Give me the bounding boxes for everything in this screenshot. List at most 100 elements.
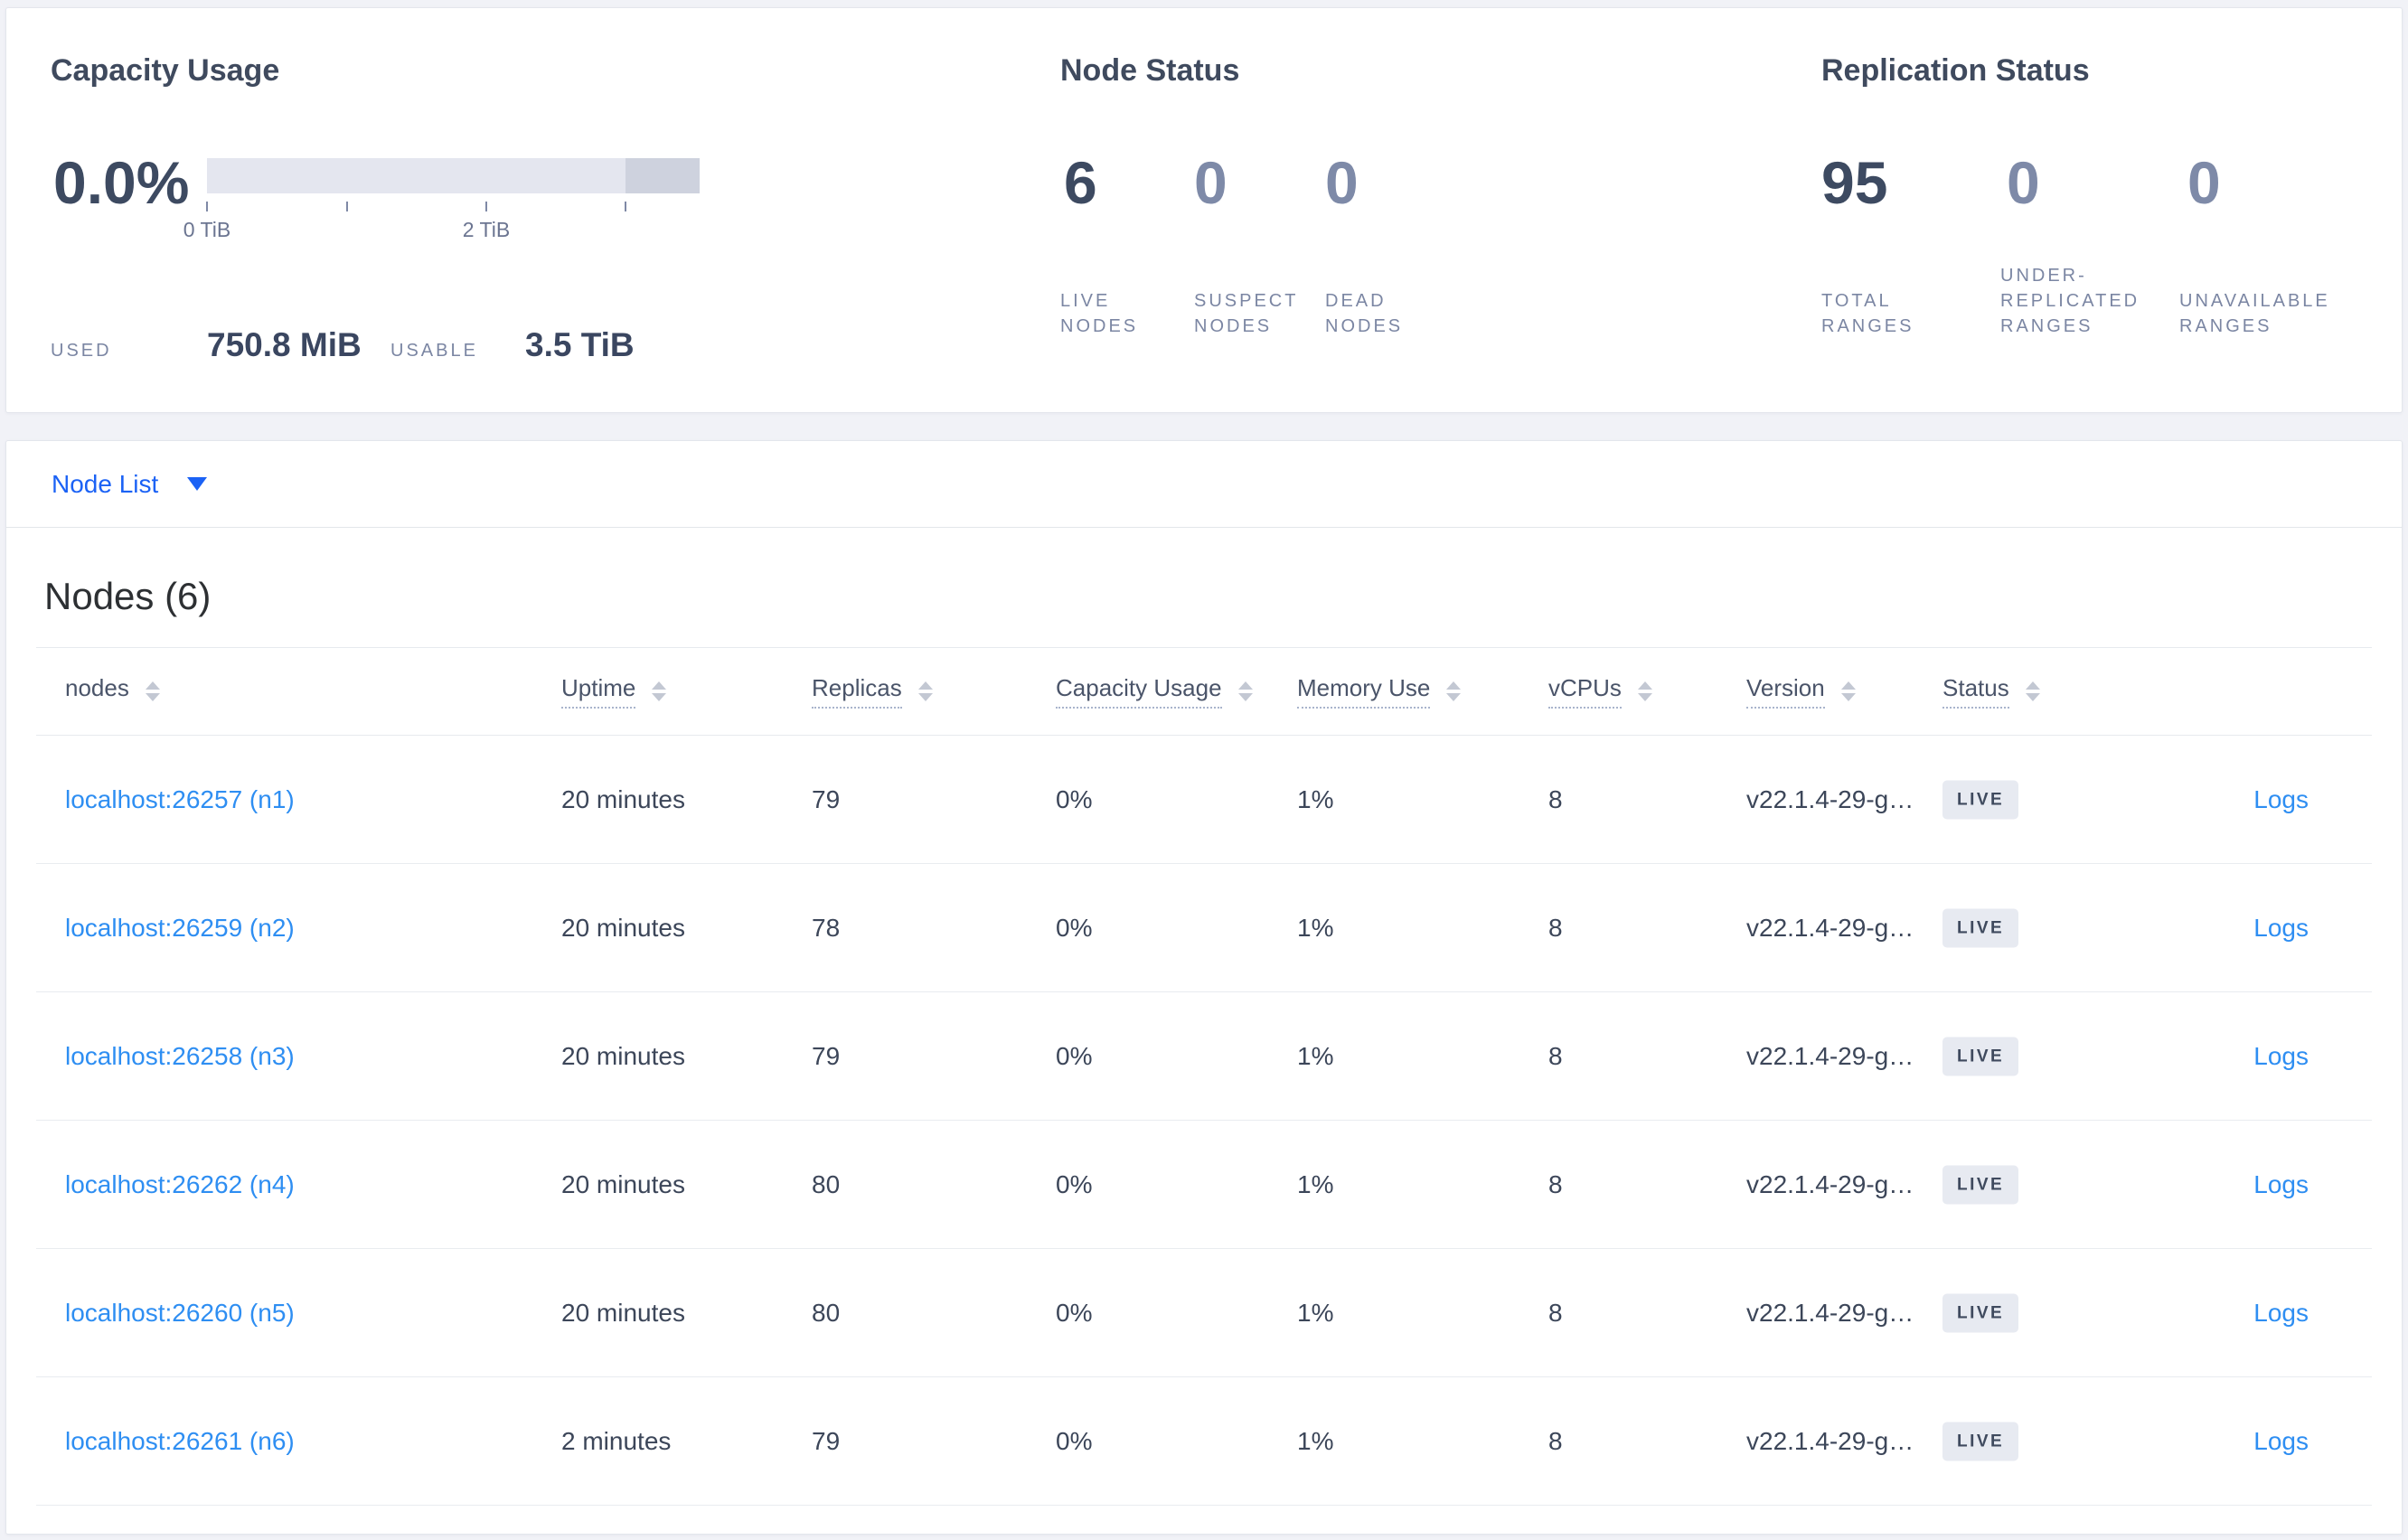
- status-badge: LIVE: [1942, 1293, 2019, 1332]
- replicas-cell: 80: [812, 1298, 841, 1327]
- uptime-cell: 20 minutes: [561, 1041, 685, 1070]
- axis-tick: [485, 202, 487, 211]
- sort-arrows-icon: [2025, 681, 2040, 701]
- node-address-link[interactable]: localhost:26261 (n6): [65, 1427, 295, 1456]
- vcpus-cell: 8: [1548, 1169, 1563, 1198]
- unavailable-label: UNAVAILABLE RANGES: [2179, 291, 2330, 336]
- column-header-nodes[interactable]: nodes: [65, 674, 160, 709]
- view-selector-bar: Node List: [6, 441, 2402, 528]
- axis-tick: [346, 202, 348, 211]
- column-header-replicas[interactable]: Replicas: [812, 674, 933, 709]
- sort-arrows-icon: [917, 681, 933, 701]
- usable-label: USABLE: [390, 341, 478, 361]
- sort-arrows-icon: [1237, 681, 1253, 701]
- memory-use-cell: 1%: [1297, 1041, 1334, 1070]
- status-badge: LIVE: [1942, 780, 2019, 819]
- uptime-cell: 2 minutes: [561, 1426, 672, 1455]
- vcpus-cell: 8: [1548, 913, 1563, 942]
- capacity-usage-cell: 0%: [1056, 913, 1093, 942]
- memory-use-cell: 1%: [1297, 1426, 1334, 1455]
- capacity-percent: 0.0%: [53, 149, 190, 216]
- nodes-section-heading: Nodes (6): [44, 575, 212, 617]
- node-list-dropdown-label: Node List: [52, 469, 159, 498]
- capacity-usage-cell: 0%: [1056, 1041, 1093, 1070]
- axis-tick: [206, 202, 208, 211]
- suspect-nodes-value: 0: [1194, 149, 1228, 216]
- uptime-cell: 20 minutes: [561, 784, 685, 813]
- usable-value: 3.5 TiB: [525, 326, 635, 363]
- memory-use-cell: 1%: [1297, 1298, 1334, 1327]
- caret-down-icon: [187, 477, 208, 491]
- axis-tick: [625, 202, 626, 211]
- logs-link[interactable]: Logs: [2253, 1299, 2309, 1328]
- total-ranges-label: TOTAL RANGES: [1821, 291, 1914, 336]
- nodes-table: nodes Uptime Replicas Capacity Usage Mem…: [36, 647, 2372, 1506]
- version-cell: v22.1.4-29-g…: [1746, 1041, 1914, 1070]
- dead-nodes-label: DEAD NODES: [1325, 291, 1404, 336]
- logs-link[interactable]: Logs: [2253, 1042, 2309, 1071]
- node-status-title: Node Status: [1060, 53, 1240, 88]
- column-header-capacity-usage[interactable]: Capacity Usage: [1056, 674, 1253, 709]
- vcpus-cell: 8: [1548, 1298, 1563, 1327]
- capacity-usage-cell: 0%: [1056, 1298, 1093, 1327]
- table-row: localhost:26258 (n3) 20 minutes 79 0% 1%…: [36, 992, 2372, 1121]
- used-label: USED: [51, 341, 112, 361]
- vcpus-cell: 8: [1548, 784, 1563, 813]
- column-header-vcpus[interactable]: vCPUs: [1548, 674, 1652, 709]
- replicas-cell: 79: [812, 1426, 841, 1455]
- replication-status-title: Replication Status: [1821, 53, 2090, 88]
- replicas-cell: 79: [812, 1041, 841, 1070]
- logs-link[interactable]: Logs: [2253, 914, 2309, 943]
- axis-tick-label: 2 TiB: [462, 218, 511, 241]
- uptime-cell: 20 minutes: [561, 1298, 685, 1327]
- sort-arrows-icon: [1637, 681, 1652, 701]
- capacity-bar-tail: [626, 158, 700, 193]
- unavailable-value: 0: [2187, 149, 2221, 216]
- sort-arrows-icon: [652, 681, 667, 701]
- node-address-link[interactable]: localhost:26257 (n1): [65, 785, 295, 814]
- node-address-link[interactable]: localhost:26258 (n3): [65, 1042, 295, 1071]
- node-address-link[interactable]: localhost:26262 (n4): [65, 1170, 295, 1199]
- version-cell: v22.1.4-29-g…: [1746, 1426, 1914, 1455]
- memory-use-cell: 1%: [1297, 1169, 1334, 1198]
- axis-tick-label: 0 TiB: [183, 218, 231, 241]
- node-address-link[interactable]: localhost:26260 (n5): [65, 1299, 295, 1328]
- uptime-cell: 20 minutes: [561, 1169, 685, 1198]
- nodes-table-header: nodes Uptime Replicas Capacity Usage Mem…: [36, 647, 2372, 736]
- capacity-usage-cell: 0%: [1056, 1169, 1093, 1198]
- logs-link[interactable]: Logs: [2253, 1427, 2309, 1456]
- logs-link[interactable]: Logs: [2253, 785, 2309, 814]
- capacity-usage-cell: 0%: [1056, 784, 1093, 813]
- node-address-link[interactable]: localhost:26259 (n2): [65, 914, 295, 943]
- node-list-card: Node List Nodes (6) nodes Uptime Replica…: [5, 440, 2403, 1535]
- table-row: localhost:26261 (n6) 2 minutes 79 0% 1% …: [36, 1377, 2372, 1506]
- under-replicated-value: 0: [2007, 149, 2040, 216]
- capacity-stats: USED 750.8 MiB USABLE 3.5 TiB: [6, 326, 820, 371]
- under-replicated-label: UNDER-REPLICATED RANGES: [2000, 266, 2140, 336]
- total-ranges-value: 95: [1821, 149, 1888, 216]
- uptime-cell: 20 minutes: [561, 913, 685, 942]
- column-header-status[interactable]: Status: [1942, 674, 2040, 709]
- table-row: localhost:26257 (n1) 20 minutes 79 0% 1%…: [36, 736, 2372, 864]
- vcpus-cell: 8: [1548, 1426, 1563, 1455]
- version-cell: v22.1.4-29-g…: [1746, 1298, 1914, 1327]
- version-cell: v22.1.4-29-g…: [1746, 784, 1914, 813]
- column-header-memory-use[interactable]: Memory Use: [1297, 674, 1462, 709]
- node-list-dropdown[interactable]: Node List: [52, 469, 208, 499]
- column-header-uptime[interactable]: Uptime: [561, 674, 667, 709]
- column-header-version[interactable]: Version: [1746, 674, 1856, 709]
- used-value: 750.8 MiB: [207, 326, 362, 363]
- replicas-cell: 79: [812, 784, 841, 813]
- table-row: localhost:26262 (n4) 20 minutes 80 0% 1%…: [36, 1121, 2372, 1249]
- capacity-bar-chart: [207, 158, 700, 193]
- version-cell: v22.1.4-29-g…: [1746, 1169, 1914, 1198]
- status-badge: LIVE: [1942, 908, 2019, 947]
- sort-arrows-icon: [1446, 681, 1462, 701]
- logs-link[interactable]: Logs: [2253, 1170, 2309, 1199]
- capacity-usage-cell: 0%: [1056, 1426, 1093, 1455]
- replicas-cell: 78: [812, 913, 841, 942]
- vcpus-cell: 8: [1548, 1041, 1563, 1070]
- capacity-usage-title: Capacity Usage: [51, 53, 280, 88]
- live-nodes-label: LIVE NODES: [1060, 291, 1139, 336]
- sort-arrows-icon: [1840, 681, 1856, 701]
